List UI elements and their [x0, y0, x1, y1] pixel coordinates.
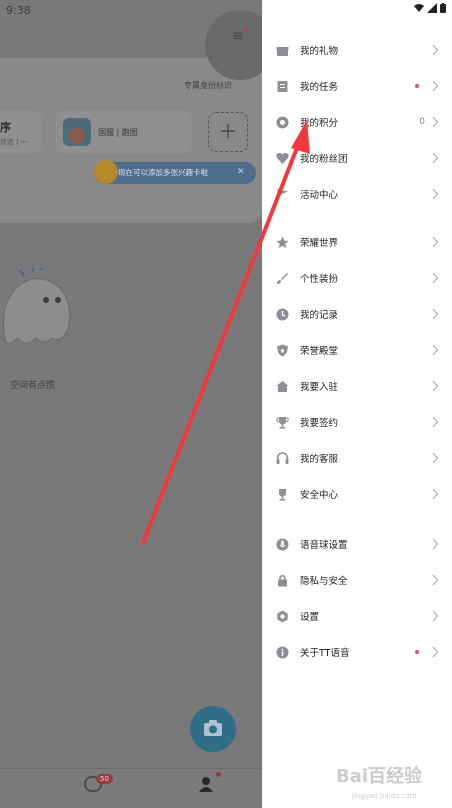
- ghost-illustration: [3, 268, 71, 345]
- menu-item-label: 我的粉丝团: [300, 154, 348, 165]
- menu-item-label: 活动中心: [300, 190, 339, 201]
- menu-item-label: 个性装扮: [300, 274, 339, 285]
- home-icon: [276, 380, 289, 392]
- chevron-right-icon: [432, 116, 439, 128]
- add-interest-card-button[interactable]: +: [208, 112, 248, 152]
- chevron-right-icon: [432, 188, 439, 200]
- info-icon: [276, 646, 289, 658]
- chevron-right-icon: [432, 152, 439, 164]
- signal-icon: [427, 3, 437, 13]
- flag-icon: [277, 188, 288, 200]
- menu-item-label: 荣耀世界: [300, 238, 339, 249]
- exclusive-identity-link[interactable]: 专属身份标识: [184, 80, 232, 91]
- battery-icon: [440, 3, 446, 13]
- menu-item[interactable]: 我的礼物: [262, 32, 452, 68]
- menu-item[interactable]: 安全中心: [262, 476, 452, 512]
- watermark-url: jingyan.baidu.com: [352, 792, 417, 800]
- chevron-right-icon: [432, 646, 439, 658]
- chevron-right-icon: [432, 308, 439, 320]
- menu-item[interactable]: 我的积分 0: [262, 104, 452, 140]
- menu-item[interactable]: 设置: [262, 598, 452, 634]
- gear-icon: [277, 610, 288, 622]
- menu-item[interactable]: 活动中心: [262, 176, 452, 212]
- chevron-right-icon: [432, 610, 439, 622]
- megaphone-icon: [94, 160, 118, 184]
- menu-item[interactable]: 我的粉丝团: [262, 140, 452, 176]
- chevron-right-icon: [432, 416, 439, 428]
- mic-icon: [276, 538, 289, 550]
- menu-item-label: 关于TT语音: [300, 648, 350, 659]
- menu-item-label: 我的礼物: [300, 46, 339, 57]
- notification-dot: [415, 650, 419, 654]
- menu-item-label: 我的积分: [300, 118, 339, 129]
- menu-item-label: 我的客服: [300, 454, 339, 465]
- menu-item[interactable]: 荣誉殿堂: [262, 332, 452, 368]
- task-icon: [277, 80, 288, 92]
- watermark-text: Bai百经验: [336, 766, 423, 787]
- wifi-icon: [414, 4, 424, 12]
- menu-item-label: 语音球设置: [300, 540, 348, 551]
- gift-icon: [276, 46, 289, 56]
- brush-icon: [277, 272, 288, 284]
- shield-icon: [277, 344, 288, 356]
- chevron-right-icon: [432, 44, 439, 56]
- menu-item-label: 我的记录: [300, 310, 339, 321]
- chevron-right-icon: [432, 272, 439, 284]
- menu-item-label: 我要入驻: [300, 382, 339, 393]
- menu-item[interactable]: 我的记录: [262, 296, 452, 332]
- points-icon: [276, 116, 289, 128]
- menu-item[interactable]: 我要入驻: [262, 368, 452, 404]
- profile-icon[interactable]: [198, 776, 214, 792]
- menu-item[interactable]: 语音球设置: [262, 526, 452, 562]
- headset-icon: [276, 451, 289, 464]
- chevron-right-icon: [432, 344, 439, 356]
- trophy-icon: [276, 416, 289, 428]
- camera-icon: [204, 720, 222, 736]
- chevron-right-icon: [432, 538, 439, 550]
- chevron-right-icon: [432, 236, 439, 248]
- chevron-right-icon: [432, 574, 439, 586]
- interest-card-left-title: 序: [0, 121, 11, 134]
- menu-item-label: 设置: [300, 612, 320, 623]
- menu-item-value: 0: [419, 117, 425, 127]
- safety-icon: [279, 488, 286, 500]
- side-drawer: 我的礼物我的任务我的积分 0 我的粉丝团活动中心荣耀世界个性装扮我的记录荣誉殿堂我要…: [262, 0, 452, 808]
- chevron-right-icon: [432, 380, 439, 392]
- bottom-nav: [0, 768, 262, 808]
- menu-badge-dot: [244, 28, 248, 32]
- game-card-name: 国服 | 跑图: [98, 128, 138, 137]
- notification-dot: [415, 84, 419, 88]
- camera-button[interactable]: [190, 706, 236, 752]
- interest-card-left-sub: 状态 | 一: [0, 138, 28, 146]
- profile-badge-dot: [216, 772, 221, 777]
- background-app: 9:38 ≡ 专属身份标识 序 状态 | 一 国服 | 跑图 + 现在可以添加多…: [0, 0, 262, 808]
- chevron-right-icon: [432, 488, 439, 500]
- star-icon: [276, 236, 289, 248]
- menu-item[interactable]: 个性装扮: [262, 260, 452, 296]
- lock-icon: [278, 574, 287, 586]
- menu-item-label: 安全中心: [300, 490, 339, 501]
- menu-item[interactable]: 关于TT语音: [262, 634, 452, 670]
- menu-item[interactable]: 隐私与安全: [262, 562, 452, 598]
- chevron-right-icon: [432, 452, 439, 464]
- status-time: 9:38: [6, 4, 31, 17]
- chat-badge: 50: [96, 774, 113, 784]
- menu-item[interactable]: 我的客服: [262, 440, 452, 476]
- menu-icon[interactable]: ≡: [232, 29, 246, 43]
- menu-item-label: 荣誉殿堂: [300, 346, 339, 357]
- clock-icon: [276, 308, 289, 320]
- status-icons: [414, 3, 446, 13]
- menu-item[interactable]: 我要签约: [262, 404, 452, 440]
- menu-item-label: 我要签约: [300, 418, 339, 429]
- menu-item-label: 我的任务: [300, 82, 339, 93]
- close-icon[interactable]: ✕: [237, 167, 245, 177]
- menu-item[interactable]: 荣耀世界: [262, 224, 452, 260]
- game-thumbnail: [63, 118, 91, 146]
- empty-state-text: 空间有点慌: [10, 381, 56, 391]
- menu-item[interactable]: 我的任务: [262, 68, 452, 104]
- chevron-right-icon: [432, 80, 439, 92]
- menu-item-label: 隐私与安全: [300, 576, 348, 587]
- tip-banner: 现在可以添加多张兴趣卡啦: [94, 162, 256, 184]
- heart-icon: [276, 152, 289, 164]
